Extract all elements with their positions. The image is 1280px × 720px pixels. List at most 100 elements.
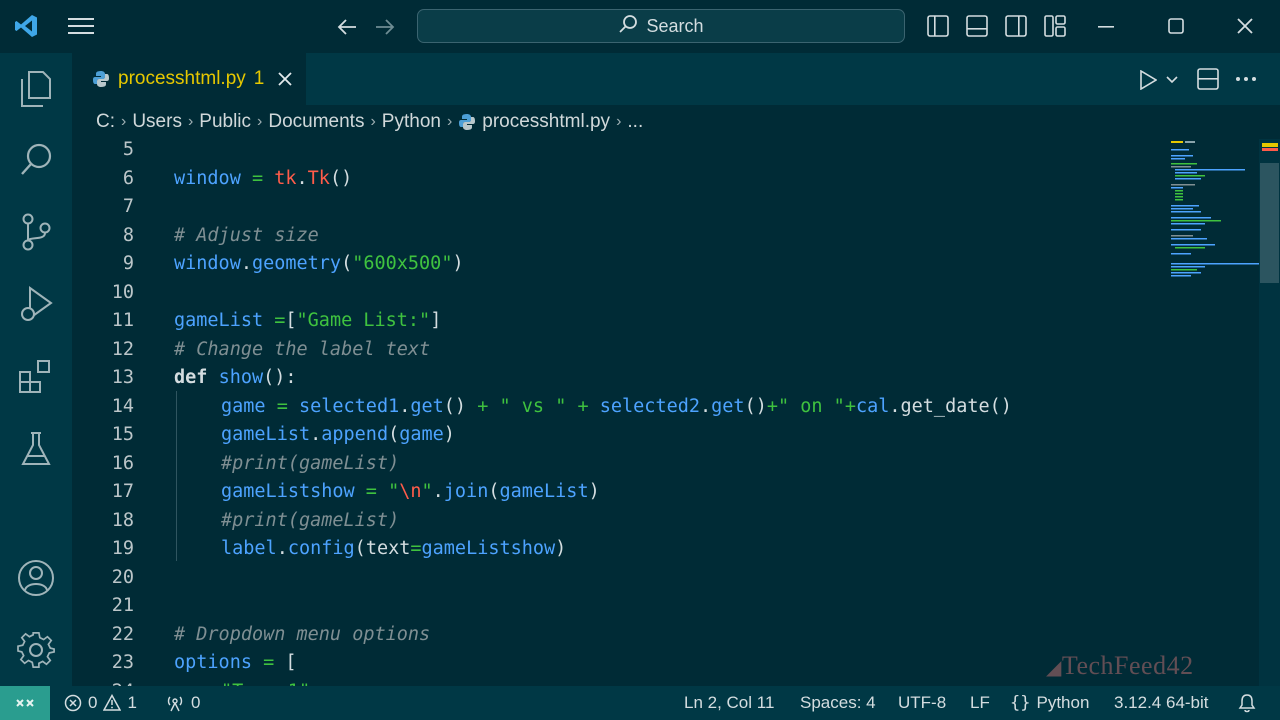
code-line: 11 gameList =["Game List:"] [72, 307, 1167, 336]
search-icon [618, 14, 638, 39]
code-line: 10 [72, 279, 1167, 308]
ports-indicator[interactable]: 0 [165, 686, 200, 720]
cursor-position[interactable]: Ln 2, Col 11 [684, 686, 774, 720]
run-and-debug-icon[interactable] [16, 284, 56, 324]
end-of-line[interactable]: LF [970, 686, 990, 720]
code-line: 7 [72, 193, 1167, 222]
tab-close-icon[interactable] [278, 72, 292, 86]
code-line: 17 gameListshow = "\n".join(gameList) [72, 478, 1167, 507]
minimize-icon[interactable] [1094, 14, 1118, 38]
token: join [443, 481, 489, 502]
menu-icon[interactable] [66, 13, 96, 39]
search-label: Search [646, 15, 704, 36]
warning-icon [103, 694, 122, 712]
code-line: 19 label.config(text=gameListshow) [72, 535, 1167, 564]
code-line: 14 game = selected1.get() + " vs " + sele… [72, 393, 1167, 422]
breadcrumb-symbol[interactable]: ... [627, 111, 643, 133]
code-line: 16 #print(gameList) [72, 450, 1167, 479]
comment: #print(gameList) [221, 509, 400, 531]
encoding[interactable]: UTF-8 [898, 686, 946, 720]
split-editor-icon[interactable] [1196, 67, 1220, 91]
toggle-secondary-sidebar-icon[interactable] [1004, 14, 1028, 38]
tab-processhtml-py[interactable]: processhtml.py 1 [72, 53, 306, 105]
search-icon[interactable] [16, 140, 56, 180]
line-number: 19 [111, 538, 134, 559]
comment: # Change the label text [174, 338, 431, 360]
command-search-box[interactable]: Search [417, 9, 905, 43]
token: " [421, 481, 433, 502]
breadcrumb-drive[interactable]: C: [96, 111, 115, 133]
token: selected2 [599, 395, 700, 417]
source-control-icon[interactable] [16, 212, 56, 252]
token: () [989, 395, 1012, 417]
code-line: 13 def show(): [72, 364, 1167, 393]
forward-arrow-icon[interactable] [372, 14, 398, 40]
notifications-bell-icon[interactable] [1238, 686, 1256, 720]
line-number: 21 [111, 595, 134, 616]
toggle-panel-icon[interactable] [965, 14, 989, 38]
token: ) [452, 253, 464, 274]
title-bar: Search [0, 0, 1280, 53]
breadcrumb-public[interactable]: Public [199, 111, 251, 133]
line-number: 20 [111, 566, 134, 588]
toggle-primary-sidebar-icon[interactable] [926, 14, 950, 38]
token: () [329, 167, 353, 189]
breadcrumb-users[interactable]: Users [132, 111, 182, 133]
chevron-right-icon: › [616, 113, 622, 130]
accounts-icon[interactable] [16, 558, 56, 598]
language-mode[interactable]: {} Python [1010, 686, 1089, 720]
indentation[interactable]: Spaces: 4 [800, 686, 876, 720]
chevron-down-icon[interactable] [1163, 70, 1181, 90]
breadcrumb-file[interactable]: processhtml.py [482, 111, 610, 133]
token: . [432, 481, 444, 502]
token: cal [855, 395, 890, 417]
megaphone-icon: ◢ [1046, 657, 1062, 679]
ports-count: 0 [191, 693, 201, 712]
python-file-icon [458, 113, 476, 131]
token: gameListshow [221, 481, 355, 502]
broadcast-icon [165, 694, 185, 712]
code-line: 23 options = [ [72, 649, 1167, 678]
scrollbar-thumb[interactable] [1260, 163, 1279, 283]
comment: # Dropdown menu options [174, 623, 431, 645]
close-icon[interactable] [1233, 14, 1257, 38]
chevron-right-icon: › [370, 113, 376, 130]
back-arrow-icon[interactable] [334, 14, 360, 40]
line-number: 6 [122, 167, 134, 189]
token: = [410, 538, 422, 559]
problems-indicator[interactable]: 0 1 [64, 686, 137, 720]
explorer-icon[interactable] [16, 69, 56, 109]
tab-filename: processhtml.py [118, 68, 246, 89]
code-line: 22 # Dropdown menu options [72, 621, 1167, 650]
extensions-icon[interactable] [16, 356, 56, 396]
line-number: 18 [111, 509, 134, 531]
line-number: 16 [111, 452, 134, 474]
customize-layout-icon[interactable] [1043, 14, 1067, 38]
line-number: 9 [122, 253, 134, 274]
token: = [263, 310, 286, 331]
line-number: 13 [111, 367, 134, 388]
line-number: 5 [122, 139, 134, 160]
run-python-file-icon[interactable] [1136, 67, 1160, 93]
token: game [399, 424, 444, 445]
breadcrumb-documents[interactable]: Documents [268, 111, 364, 133]
python-interpreter[interactable]: 3.12.4 64-bit [1114, 686, 1209, 720]
breadcrumb-python[interactable]: Python [382, 111, 441, 133]
token: + [466, 395, 500, 417]
warning-count: 1 [127, 693, 137, 712]
token: get_date [900, 395, 990, 417]
token: " [388, 481, 400, 502]
remote-indicator[interactable] [0, 686, 50, 720]
token: () [443, 395, 467, 417]
more-actions-icon[interactable] [1234, 67, 1258, 91]
token: . [240, 253, 252, 274]
line-number: 22 [111, 623, 134, 645]
token: ( [341, 253, 353, 274]
settings-gear-icon[interactable] [16, 630, 56, 670]
code-editor[interactable]: 5 6 window = tk.Tk() 7 8 # Adjust size 9 wi… [72, 139, 1167, 686]
testing-flask-icon[interactable] [16, 429, 56, 469]
token: "Team 1", [221, 678, 321, 687]
line-number: 11 [111, 310, 134, 331]
maximize-icon[interactable] [1164, 14, 1188, 38]
